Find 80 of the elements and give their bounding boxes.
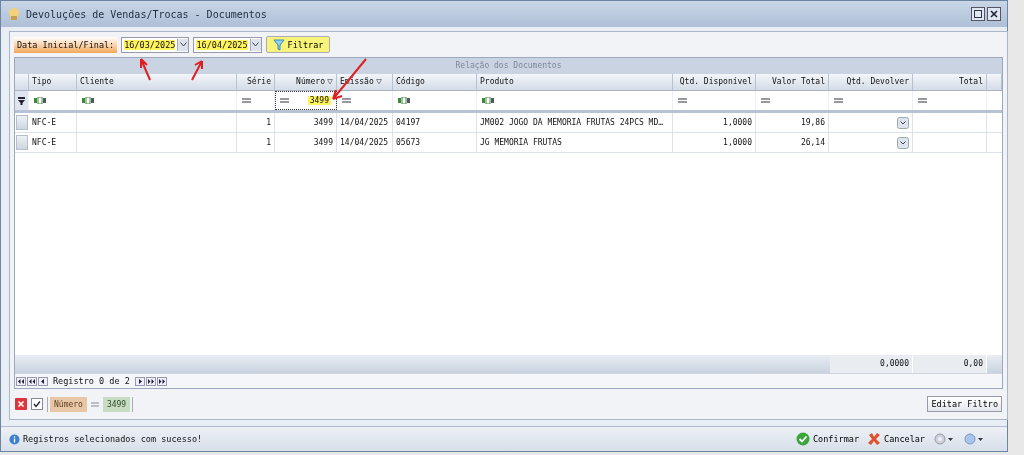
table-cell: 14/04/2025 — [340, 118, 389, 127]
column-header[interactable]: Valor Total — [756, 74, 829, 90]
table-cell: 14/04/2025 — [340, 138, 389, 147]
pager-back-icon[interactable] — [27, 376, 37, 386]
settings-icon[interactable] — [933, 433, 955, 445]
column-header[interactable]: Tipo — [29, 74, 77, 90]
pager-back-icon[interactable] — [16, 376, 26, 386]
table-cell: 1 — [266, 118, 271, 127]
table-cell: 05673 — [396, 138, 421, 147]
annotation-arrow — [188, 58, 204, 82]
annotation-arrow — [138, 56, 152, 82]
equals-icon[interactable] — [918, 98, 927, 103]
table-cell: 1,0000 — [723, 118, 752, 127]
text-filter-icon[interactable] — [398, 97, 410, 104]
record-counter: Registro 0 de 2 — [52, 376, 131, 386]
window-title: Devoluções de Vendas/Trocas - Documentos — [26, 8, 267, 20]
column-header[interactable]: Qtd. Devolver — [829, 74, 913, 90]
dropdown-icon[interactable] — [179, 42, 187, 47]
filter-icon — [18, 96, 25, 105]
filter-value[interactable]: 3499 — [307, 96, 331, 105]
column-header[interactable]: Série — [237, 74, 275, 90]
end-date-field[interactable]: 16/04/2025 — [193, 36, 262, 53]
pager-forward-icon[interactable] — [145, 376, 156, 386]
dropdown-icon[interactable] — [897, 136, 909, 149]
table-cell: 3499 — [313, 138, 333, 147]
clear-filter-icon[interactable] — [15, 398, 27, 410]
confirm-button[interactable]: Confirmar — [796, 432, 860, 446]
equals-icon[interactable] — [280, 98, 289, 103]
close-icon[interactable] — [987, 7, 1001, 21]
column-header[interactable]: Qtd. Disponível — [673, 74, 756, 90]
filter-icon[interactable] — [327, 79, 333, 85]
equals-icon[interactable] — [342, 98, 351, 103]
filter-icon[interactable] — [375, 79, 382, 85]
cross-icon — [867, 432, 882, 446]
table-cell: NFC-E — [32, 138, 57, 147]
app-icon — [7, 7, 21, 21]
status-message: Registros selecionados com sucesso! — [23, 434, 203, 444]
table-cell: 19,86 — [800, 118, 825, 127]
table-cell: 04197 — [396, 118, 421, 127]
cancel-button[interactable]: Cancelar — [867, 432, 925, 446]
equals-icon[interactable] — [678, 98, 687, 103]
dropdown-icon[interactable] — [252, 42, 260, 47]
pager-forward-icon[interactable] — [156, 376, 167, 386]
equals-icon[interactable] — [242, 98, 251, 103]
total-cell: 0,0000 — [830, 355, 913, 373]
table-cell: JG MEMORIA FRUTAS — [480, 138, 562, 147]
column-header[interactable]: Número — [275, 74, 337, 90]
table-cell: 1,0000 — [723, 138, 752, 147]
info-icon — [9, 433, 20, 445]
equals-icon — [90, 401, 99, 407]
check-icon — [796, 432, 810, 446]
pager-back-icon[interactable] — [38, 376, 48, 386]
text-filter-icon[interactable] — [34, 97, 46, 104]
column-header[interactable]: Código — [393, 74, 477, 90]
filter-value-chip[interactable]: 3499 — [102, 396, 131, 412]
filter-field-chip[interactable]: Número — [50, 396, 87, 412]
start-date-field[interactable]: 16/03/2025 — [121, 36, 190, 53]
equals-icon[interactable] — [834, 98, 843, 103]
column-header[interactable]: Total — [913, 74, 987, 90]
table-cell: 26,14 — [800, 138, 825, 147]
date-range-label: Data Inicial/Final: — [14, 36, 118, 53]
maximize-icon[interactable] — [971, 7, 985, 21]
dropdown-icon[interactable] — [897, 116, 909, 129]
funnel-icon — [272, 38, 285, 51]
column-header[interactable]: Produto — [477, 74, 673, 90]
grid-caption: Relação dos Documentos — [15, 58, 1002, 74]
total-cell: 0,00 — [913, 355, 987, 373]
checkbox[interactable] — [31, 398, 43, 410]
filter-button[interactable]: Filtrar — [265, 36, 331, 53]
help-icon[interactable] — [963, 433, 985, 445]
column-header[interactable]: Cliente — [77, 74, 237, 90]
pager-forward-icon[interactable] — [134, 376, 145, 386]
table-cell: 3499 — [313, 118, 333, 127]
text-filter-icon[interactable] — [82, 97, 94, 104]
text-filter-icon[interactable] — [482, 97, 494, 104]
table-cell: NFC-E — [32, 118, 57, 127]
equals-icon[interactable] — [761, 98, 770, 103]
table-cell: 1 — [266, 138, 271, 147]
table-cell: JM002 JOGO DA MEMORIA FRUTAS 24PCS MD… — [480, 118, 664, 127]
edit-filter-button[interactable]: Editar Filtro — [927, 396, 1002, 412]
